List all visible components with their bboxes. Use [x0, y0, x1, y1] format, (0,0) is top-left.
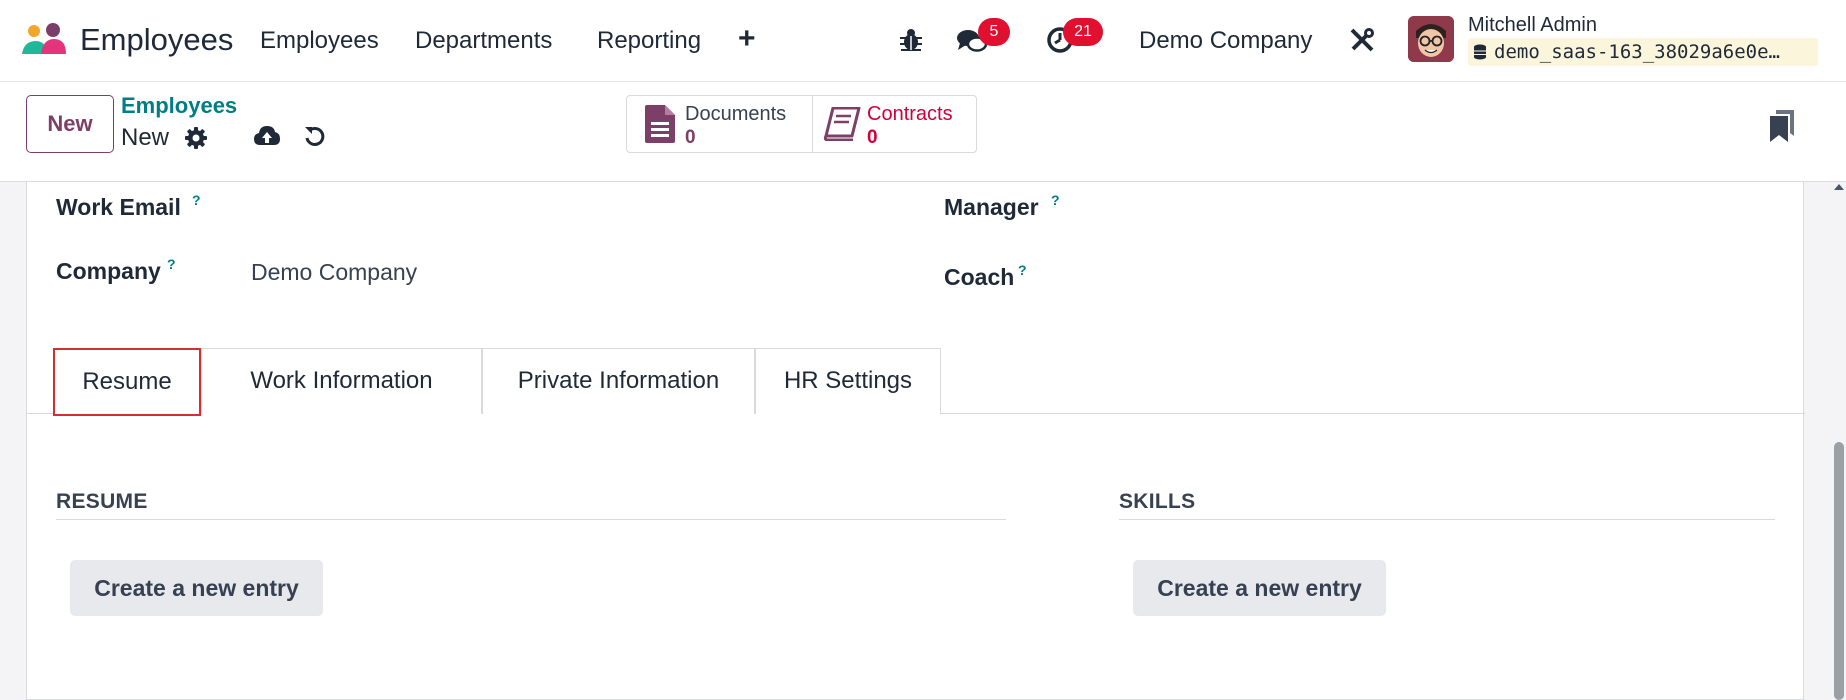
database-label: demo_saas-163_38029a6e0e…	[1494, 41, 1780, 63]
smart-buttons: Documents 0 Contracts 0	[626, 95, 977, 153]
breadcrumb-current: New	[121, 124, 170, 151]
tools-icon[interactable]	[1348, 26, 1376, 54]
work-email-field[interactable]	[249, 188, 899, 222]
database-name: demo_saas-163_38029a6e0e…	[1468, 38, 1818, 66]
user-name[interactable]: Mitchell Admin	[1468, 14, 1597, 37]
notebook-tabs: Resume Work Information Private Informat…	[27, 348, 1805, 416]
resume-create-entry-button[interactable]: Create a new entry	[70, 560, 323, 616]
work-email-label: Work Email	[56, 194, 181, 220]
document-icon	[645, 105, 675, 143]
breadcrumb-employees[interactable]: Employees	[121, 93, 237, 119]
database-icon	[1474, 44, 1486, 60]
messages-badge: 5	[978, 18, 1010, 46]
company-help[interactable]: ?	[167, 256, 176, 272]
manager-help[interactable]: ?	[1051, 192, 1060, 208]
scrollbar-thumb[interactable]	[1834, 442, 1844, 700]
contracts-label: Contracts	[867, 103, 953, 125]
coach-field[interactable]	[1117, 258, 1767, 292]
app-name[interactable]: Employees	[80, 22, 233, 58]
avatar[interactable]	[1408, 16, 1454, 62]
resume-divider	[56, 519, 1006, 520]
bookmark-icon[interactable]	[1770, 110, 1794, 142]
cloud-upload-icon[interactable]	[253, 124, 281, 148]
app-logo-icon[interactable]	[20, 22, 68, 58]
form-sheet: Work Email ? Company ? Demo Company Mana…	[26, 182, 1805, 700]
contracts-count: 0	[867, 127, 878, 148]
contracts-smart-button[interactable]: Contracts 0	[813, 96, 978, 152]
activities-badge: 21	[1063, 18, 1103, 46]
company-label: Company	[56, 258, 161, 284]
manager-field[interactable]	[1117, 188, 1767, 222]
resume-section-title: RESUME	[56, 490, 148, 513]
coach-label: Coach	[944, 264, 1015, 290]
tab-work-information[interactable]: Work Information	[201, 348, 482, 414]
control-panel: New Employees New Documents 0 Contracts …	[0, 82, 1846, 182]
skills-section-title: SKILLS	[1119, 490, 1196, 513]
skills-divider	[1119, 519, 1775, 520]
book-icon	[823, 107, 861, 141]
menu-reporting[interactable]: Reporting	[597, 27, 701, 55]
company-field[interactable]: Demo Company	[251, 259, 417, 286]
bug-icon[interactable]	[898, 27, 924, 53]
tab-hr-settings[interactable]: HR Settings	[755, 348, 941, 414]
tab-resume[interactable]: Resume	[53, 348, 201, 416]
documents-smart-button[interactable]: Documents 0	[627, 96, 812, 152]
documents-count: 0	[685, 127, 696, 148]
new-button[interactable]: New	[26, 95, 114, 153]
manager-label: Manager	[944, 194, 1039, 220]
gear-icon[interactable]	[184, 126, 208, 150]
documents-label: Documents	[685, 103, 787, 125]
menu-departments[interactable]: Departments	[415, 27, 552, 55]
coach-help[interactable]: ?	[1018, 262, 1027, 278]
tab-private-information[interactable]: Private Information	[482, 348, 755, 414]
work-email-help[interactable]: ?	[192, 192, 201, 208]
scroll-up-arrow-icon[interactable]	[1834, 184, 1844, 190]
plus-icon[interactable]: +	[738, 22, 756, 56]
top-navbar: Employees Employees Departments Reportin…	[0, 0, 1846, 82]
undo-icon[interactable]	[303, 124, 327, 148]
company-switcher[interactable]: Demo Company	[1139, 27, 1312, 55]
skills-create-entry-button[interactable]: Create a new entry	[1133, 560, 1386, 616]
menu-employees[interactable]: Employees	[260, 27, 379, 55]
